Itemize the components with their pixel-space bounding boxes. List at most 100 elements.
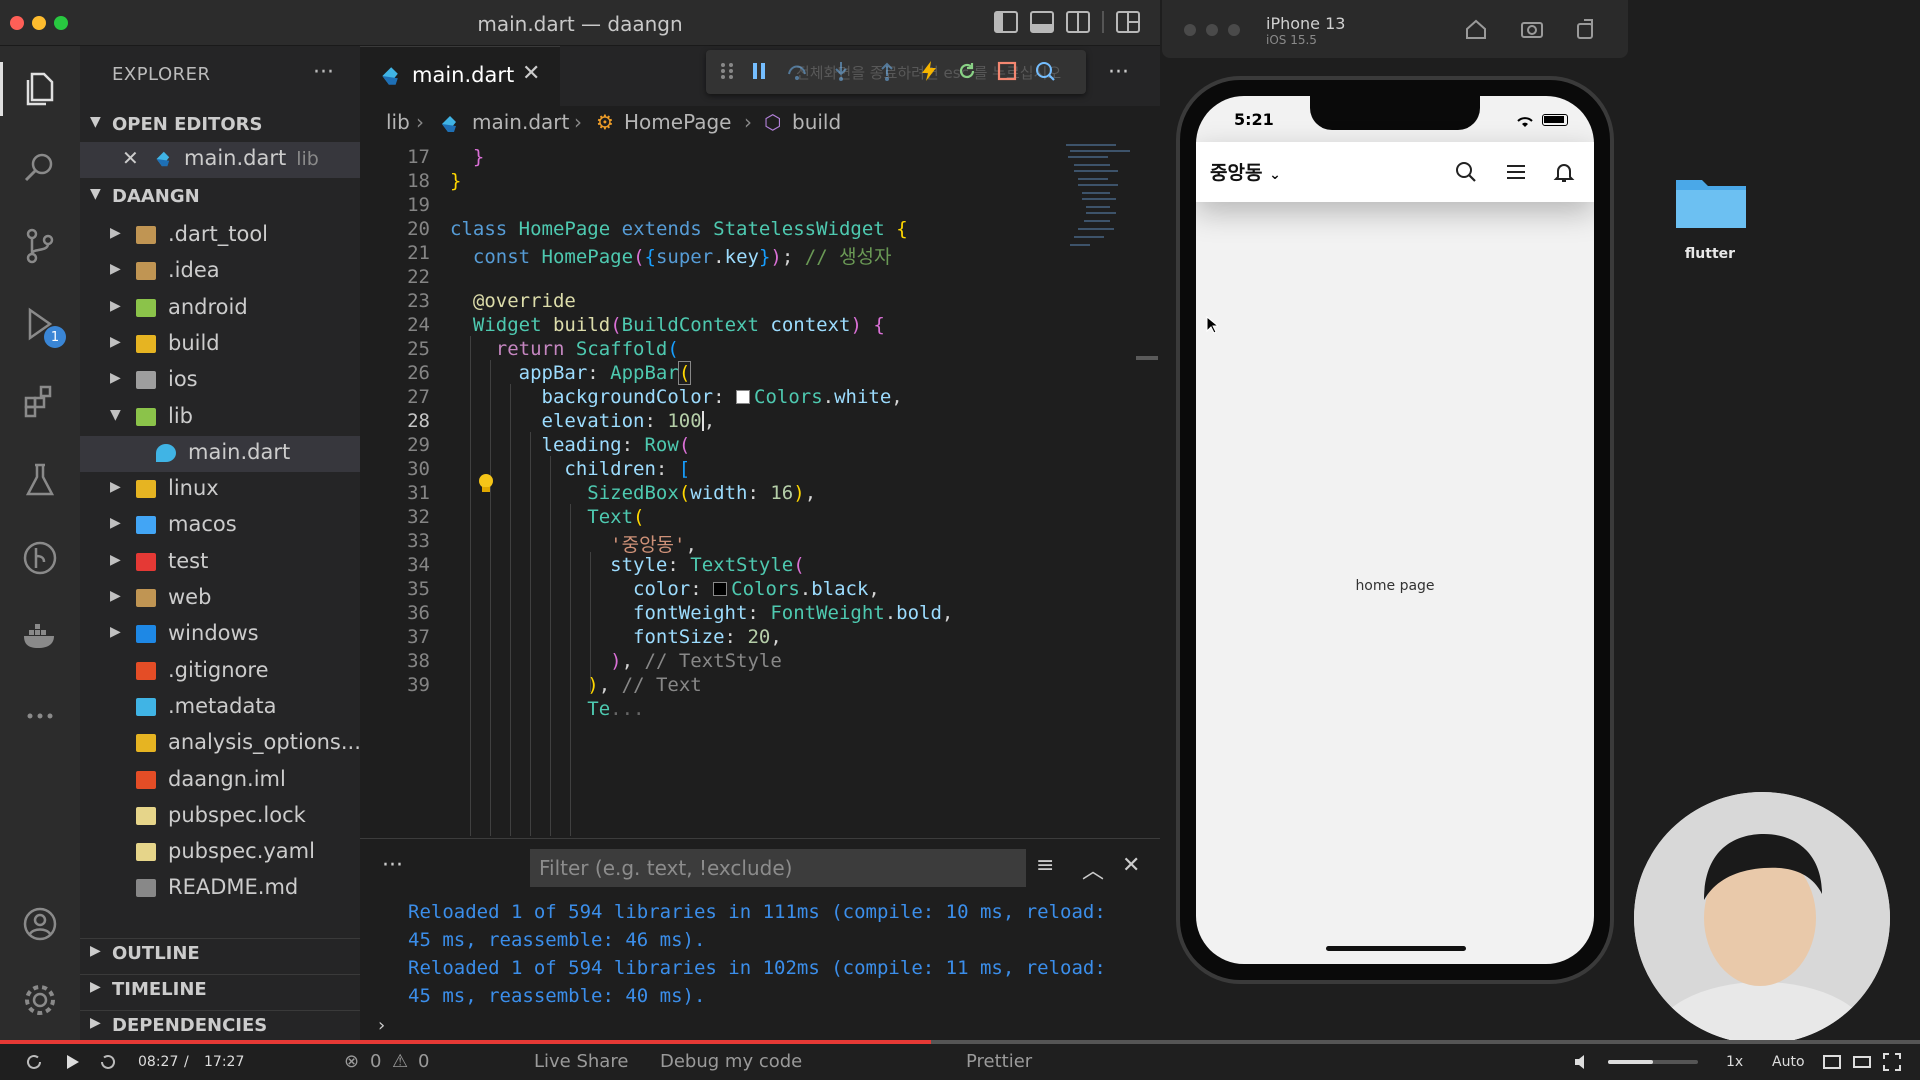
home-indicator[interactable] xyxy=(1326,946,1466,951)
fullscreen-icon[interactable] xyxy=(1882,1052,1902,1072)
editor-more-icon[interactable]: ··· xyxy=(1108,60,1129,85)
tree-folder[interactable]: ▶ macos xyxy=(80,508,360,544)
quality-setting[interactable]: Auto xyxy=(1772,1054,1805,1070)
playback-speed[interactable]: 1x xyxy=(1726,1054,1743,1070)
search-icon[interactable] xyxy=(18,146,62,190)
close-editor-icon[interactable]: ✕ xyxy=(122,146,139,170)
breadcrumb-class[interactable]: HomePage xyxy=(624,110,731,134)
toggle-sidebar-icon[interactable] xyxy=(994,11,1018,33)
screenshot-icon[interactable] xyxy=(1520,18,1544,40)
tree-file[interactable]: main.dart xyxy=(80,435,360,472)
tree-folder[interactable]: ▶ build xyxy=(80,327,360,363)
step-over-icon[interactable] xyxy=(786,60,808,82)
tree-folder[interactable]: ▶ .dart_tool xyxy=(80,218,360,254)
project-section[interactable]: ▼ DAANGN xyxy=(80,182,360,212)
close-panel-icon[interactable]: ✕ xyxy=(1122,853,1140,878)
play-icon[interactable] xyxy=(62,1052,82,1072)
explorer-icon[interactable] xyxy=(18,66,62,110)
more-views-icon[interactable] xyxy=(18,694,62,738)
drag-handle-icon[interactable] xyxy=(716,60,738,82)
forward-icon[interactable] xyxy=(98,1052,118,1072)
sim-minimize-button[interactable] xyxy=(1206,24,1218,36)
stop-icon[interactable] xyxy=(996,60,1018,82)
tree-file[interactable]: pubspec.lock xyxy=(80,799,360,835)
volume-icon[interactable] xyxy=(1572,1052,1592,1072)
docker-icon[interactable] xyxy=(18,614,62,658)
sim-close-button[interactable] xyxy=(1184,24,1196,36)
clear-console-icon[interactable]: ≡ xyxy=(1036,853,1054,878)
open-editors-section[interactable]: ▼ OPEN EDITORS xyxy=(80,110,360,140)
console-prompt-icon[interactable]: › xyxy=(378,1015,385,1036)
rotate-icon[interactable] xyxy=(1574,18,1598,40)
tree-file[interactable]: analysis_options.... xyxy=(80,726,360,762)
tree-file[interactable]: README.md xyxy=(80,871,360,907)
tree-folder[interactable]: ▶ windows xyxy=(80,617,360,653)
prettier-status[interactable]: Prettier xyxy=(966,1051,1032,1072)
breadcrumb-lib[interactable]: lib xyxy=(386,110,410,134)
customize-layout-icon[interactable] xyxy=(1116,11,1140,33)
git-graph-icon[interactable] xyxy=(18,536,62,580)
tree-file[interactable]: daangn.iml xyxy=(80,763,360,799)
settings-gear-icon[interactable] xyxy=(18,978,62,1022)
minimap[interactable] xyxy=(1064,140,1146,836)
volume-slider[interactable] xyxy=(1608,1060,1698,1064)
restart-icon[interactable] xyxy=(956,60,978,82)
open-editor-item[interactable]: ✕ main.dart lib xyxy=(80,142,360,178)
console-filter-input[interactable] xyxy=(530,849,1026,887)
live-share-status[interactable]: Live Share xyxy=(534,1051,628,1072)
explorer-more-icon[interactable]: ··· xyxy=(313,60,334,85)
hot-reload-icon[interactable] xyxy=(918,60,940,82)
folder-icon[interactable] xyxy=(1674,170,1748,230)
tree-folder[interactable]: ▶ ios xyxy=(80,363,360,399)
tree-folder[interactable]: ▶ test xyxy=(80,545,360,581)
menu-icon[interactable] xyxy=(1504,160,1528,184)
tab-main-dart[interactable]: main.dart ✕ xyxy=(360,46,560,106)
tree-file[interactable]: .metadata xyxy=(80,690,360,726)
toggle-panel-icon[interactable] xyxy=(1030,11,1054,33)
home-icon[interactable] xyxy=(1464,18,1488,40)
subtitles-icon[interactable] xyxy=(1822,1052,1842,1072)
toggle-secondary-sidebar-icon[interactable] xyxy=(1066,11,1090,33)
tree-folder[interactable]: ▼ lib xyxy=(80,400,360,436)
extensions-icon[interactable] xyxy=(18,380,62,424)
error-count[interactable]: 0 xyxy=(370,1051,381,1072)
panel-more-icon[interactable]: ··· xyxy=(382,853,403,878)
dependencies-section[interactable]: ▶ DEPENDENCIES xyxy=(80,1010,360,1040)
accounts-icon[interactable] xyxy=(18,902,62,946)
tree-file[interactable]: .gitignore xyxy=(80,654,360,690)
tree-folder[interactable]: ▶ linux xyxy=(80,472,360,508)
warning-icon[interactable]: ⚠ xyxy=(392,1051,408,1072)
step-into-icon[interactable] xyxy=(830,60,852,82)
maximize-panel-icon[interactable]: ︿ xyxy=(1082,853,1104,885)
tree-folder[interactable]: ▶ web xyxy=(80,581,360,617)
rewind-icon[interactable] xyxy=(24,1052,44,1072)
location-dropdown[interactable]: 중앙동 ⌄ xyxy=(1210,158,1281,185)
outline-section[interactable]: ▶ OUTLINE xyxy=(80,938,360,968)
notification-bell-icon[interactable] xyxy=(1552,160,1576,184)
devtools-search-icon[interactable] xyxy=(1034,60,1056,82)
breadcrumb-method[interactable]: build xyxy=(792,110,841,134)
breadcrumb-file[interactable]: main.dart xyxy=(472,110,569,134)
search-icon[interactable] xyxy=(1454,160,1478,184)
code-editor[interactable]: 17 18 19 20 21 22 23 24 25 26 27 28 29 30 31 32 33 34 35 36… xyxy=(360,140,1060,836)
pause-icon[interactable] xyxy=(748,60,770,82)
step-out-icon[interactable] xyxy=(876,60,898,82)
source-control-icon[interactable] xyxy=(18,224,62,268)
debug-status[interactable]: Debug my code xyxy=(660,1051,802,1072)
close-tab-icon[interactable]: ✕ xyxy=(522,61,540,86)
lightbulb-icon[interactable] xyxy=(476,473,496,495)
testing-icon[interactable] xyxy=(18,458,62,502)
color-swatch-white[interactable] xyxy=(736,390,750,404)
iphone-screen[interactable]: 5:21 중앙동 ⌄ home page xyxy=(1196,96,1594,964)
theater-mode-icon[interactable] xyxy=(1852,1052,1872,1072)
timeline-section[interactable]: ▶ TIMELINE xyxy=(80,974,360,1004)
color-swatch-black[interactable] xyxy=(713,582,728,596)
desktop-folder-label[interactable]: flutter xyxy=(1660,246,1760,262)
scrollbar-thumb[interactable] xyxy=(1136,356,1158,360)
sim-zoom-button[interactable] xyxy=(1228,24,1240,36)
run-debug-icon[interactable]: 1 xyxy=(18,302,66,348)
error-icon[interactable]: ⊗ xyxy=(344,1051,359,1072)
tree-folder[interactable]: ▶ android xyxy=(80,291,360,327)
tree-file[interactable]: pubspec.yaml xyxy=(80,835,360,871)
tree-folder[interactable]: ▶ .idea xyxy=(80,254,360,290)
